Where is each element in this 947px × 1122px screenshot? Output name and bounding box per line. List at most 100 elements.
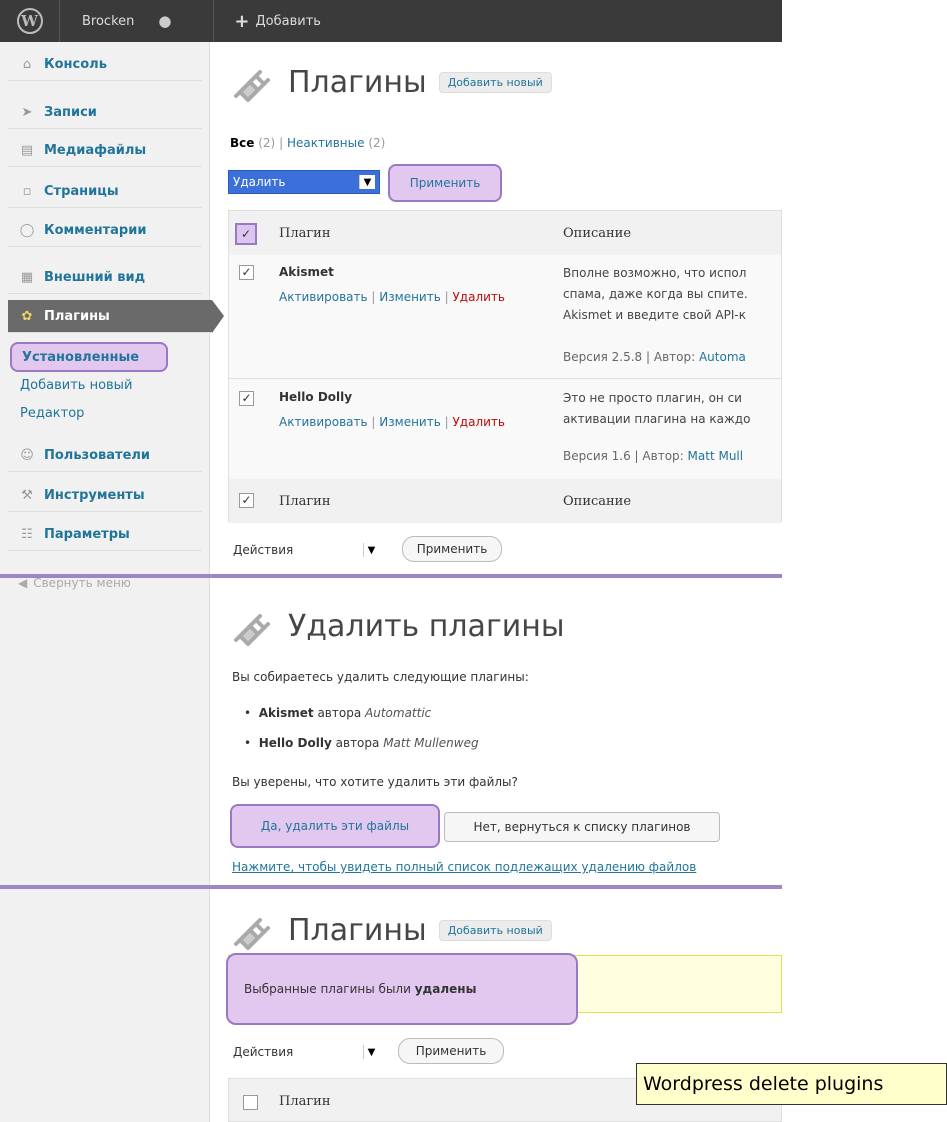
delete-link[interactable]: Удалить <box>452 290 505 304</box>
bulk-action-select[interactable]: Удалить ▼ <box>228 170 380 194</box>
activate-link[interactable]: Активировать <box>279 415 368 429</box>
column-plugin: Плагин <box>279 225 331 241</box>
plugins-table: ✓ Плагин Описание ✓ Akismet Активировать… <box>228 210 782 523</box>
show-files-link[interactable]: Нажмите, чтобы увидеть полный список под… <box>232 860 696 874</box>
author-link[interactable]: Matt Mull <box>688 449 744 463</box>
chevron-down-icon: ▼ <box>359 175 375 189</box>
delete-link[interactable]: Удалить <box>452 415 505 429</box>
table-row: ✓ Akismet Активировать | Изменить | Удал… <box>229 255 781 379</box>
result-heading: Плагины Добавить новый <box>230 910 552 950</box>
description-line: Вполне возможно, что испол <box>563 266 747 280</box>
by-label: автора <box>317 706 362 720</box>
chevron-down-icon: ▼ <box>363 543 379 557</box>
deleted-notice: Выбранные плагины были удалены <box>226 953 578 1025</box>
admin-sidebar: ⌂ Консоль ➤ Записи ▤ Медиафайлы ▫ Страницы ◯… <box>0 42 224 1122</box>
description-line: спама, даже когда вы спите. <box>563 287 748 301</box>
users-icon: ☺ <box>20 447 34 463</box>
chevron-down-icon: ▼ <box>363 1045 379 1059</box>
settings-icon: ☷ <box>21 526 33 542</box>
plugin-checkbox[interactable]: ✓ <box>239 265 254 280</box>
activate-link[interactable]: Активировать <box>279 290 368 304</box>
image-caption: Wordpress delete plugins <box>636 1063 947 1105</box>
site-name-link[interactable]: Brocken <box>60 0 158 42</box>
appearance-icon: ▦ <box>20 269 34 285</box>
select-all-checkbox[interactable] <box>243 1095 258 1110</box>
select-all-checkbox-footer[interactable]: ✓ <box>239 493 254 508</box>
author-link[interactable]: Automa <box>699 350 746 364</box>
bottom-action-select[interactable]: Действия ▼ <box>228 538 384 562</box>
add-new-menu[interactable]: + Добавить <box>214 11 321 32</box>
pages-icon: ▫ <box>22 183 32 199</box>
filter-all[interactable]: Все <box>230 136 254 150</box>
description-line: активации плагина на каждо <box>563 412 751 426</box>
home-icon: ⌂ <box>22 56 32 72</box>
menu-item-users[interactable]: ☺ Пользователи <box>8 439 202 472</box>
add-new-plugin-button[interactable]: Добавить новый <box>438 919 552 941</box>
plus-icon: + <box>234 10 250 32</box>
filter-inactive-count: (2) <box>368 136 386 150</box>
delete-page-title: Удалить плагины <box>288 608 565 644</box>
wordpress-logo-icon[interactable]: W <box>0 0 60 42</box>
media-icon: ▤ <box>20 142 34 158</box>
pin-icon: ➤ <box>21 104 33 120</box>
filter-separator: | <box>279 136 284 150</box>
section-divider <box>0 885 782 889</box>
menu-label: Страницы <box>44 183 119 199</box>
submenu-editor[interactable]: Редактор <box>20 406 84 421</box>
menu-item-tools[interactable]: ⚒ Инструменты <box>8 479 202 512</box>
menu-item-appearance[interactable]: ▦ Внешний вид <box>8 261 202 294</box>
plugin-checkbox[interactable]: ✓ <box>239 391 254 406</box>
add-new-plugin-button[interactable]: Добавить новый <box>438 71 552 93</box>
filter-all-count: (2) <box>258 136 276 150</box>
plugin-description: Вполне возможно, что испол спама, даже к… <box>563 263 781 326</box>
filter-inactive[interactable]: Неактивные <box>287 136 365 150</box>
delete-heading: Удалить плагины <box>230 606 565 646</box>
plugin-icon <box>234 614 270 646</box>
menu-item-plugins[interactable]: ✿ Плагины <box>8 300 224 333</box>
plugin-version: Версия 1.6 | Автор: Matt Mull <box>563 449 781 463</box>
table-row: ✓ Hello Dolly Активировать | Изменить | … <box>229 379 781 479</box>
menu-item-pages[interactable]: ▫ Страницы <box>8 175 202 208</box>
author-name: Automattic <box>365 706 432 720</box>
result-action-select[interactable]: Действия ▼ <box>228 1040 384 1064</box>
menu-item-media[interactable]: ▤ Медиафайлы <box>8 134 202 167</box>
menu-label: Параметры <box>44 526 130 542</box>
page-title: Плагины <box>288 64 427 100</box>
select-all-checkbox[interactable]: ✓ <box>235 223 257 245</box>
delete-list-item: • Akismet автора Automattic <box>244 706 432 720</box>
column-plugin: Плагин <box>279 493 331 509</box>
notice-text: Выбранные плагины были <box>244 982 411 996</box>
menu-item-comments[interactable]: ◯ Комментарии <box>8 214 202 247</box>
plugin-filters: Все (2) | Неактивные (2) <box>230 136 385 150</box>
plugins-heading: Плагины Добавить новый <box>230 62 552 102</box>
submenu-installed[interactable]: Установленные <box>10 342 168 372</box>
edit-link[interactable]: Изменить <box>379 290 441 304</box>
menu-label: Консоль <box>44 56 107 72</box>
plugin-icon: ✿ <box>21 308 33 324</box>
notice-bold: удалены <box>414 982 477 996</box>
description-line: Это не просто плагин, он си <box>563 391 742 405</box>
menu-item-posts[interactable]: ➤ Записи <box>8 96 202 129</box>
cancel-delete-button[interactable]: Нет, вернуться к списку плагинов <box>444 812 720 842</box>
apply-result-button[interactable]: Применить <box>398 1038 504 1064</box>
add-new-label: Добавить <box>255 13 321 29</box>
comments-icon: ◯ <box>19 222 35 238</box>
author-name: Matt Mullenweg <box>383 736 479 750</box>
version-text: Версия 1.6 | Автор: <box>563 449 684 463</box>
menu-item-dashboard[interactable]: ⌂ Консоль <box>8 48 202 81</box>
submenu-add-new[interactable]: Добавить новый <box>20 378 132 393</box>
apply-bulk-button[interactable]: Применить <box>388 164 502 202</box>
apply-bottom-button[interactable]: Применить <box>402 536 502 562</box>
comments-bubble-icon[interactable]: ● <box>158 0 215 42</box>
column-plugin: Плагин <box>279 1094 331 1109</box>
edit-link[interactable]: Изменить <box>379 415 441 429</box>
plugin-name: Akismet <box>258 706 314 720</box>
tools-icon: ⚒ <box>21 487 33 503</box>
menu-item-settings[interactable]: ☷ Параметры <box>8 518 202 551</box>
table-footer: ✓ Плагин Описание <box>229 479 781 523</box>
plugin-name: Hello Dolly <box>279 390 353 404</box>
menu-label: Медиафайлы <box>44 142 147 158</box>
confirm-delete-button[interactable]: Да, удалить эти файлы <box>230 804 440 848</box>
collapse-menu-button[interactable]: ◀ Свернуть меню <box>18 576 131 590</box>
plugin-version: Версия 2.5.8 | Автор: Automa <box>563 350 781 364</box>
